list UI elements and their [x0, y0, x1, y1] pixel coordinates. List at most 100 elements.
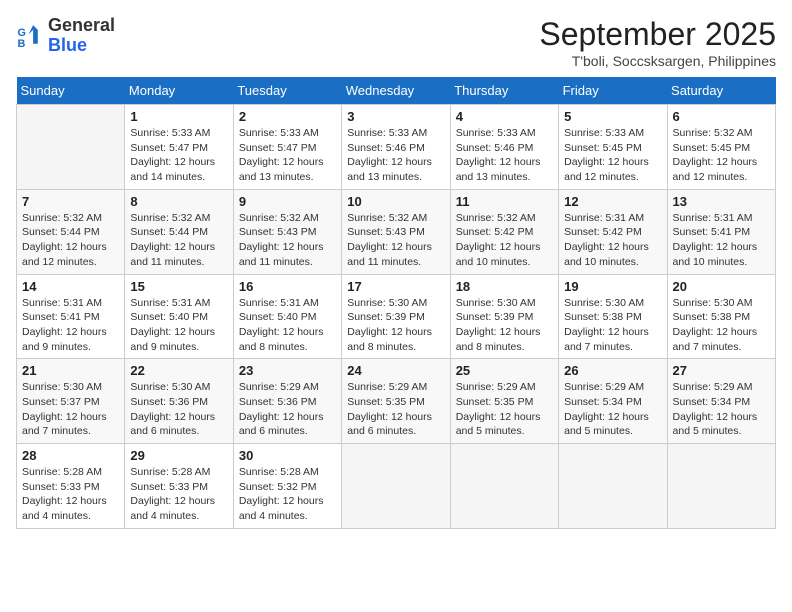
day-number: 2	[239, 109, 336, 124]
day-info: Sunrise: 5:30 AM Sunset: 5:38 PM Dayligh…	[673, 296, 770, 355]
day-number: 12	[564, 194, 661, 209]
day-info: Sunrise: 5:31 AM Sunset: 5:40 PM Dayligh…	[239, 296, 336, 355]
day-info: Sunrise: 5:30 AM Sunset: 5:36 PM Dayligh…	[130, 380, 227, 439]
calendar-cell: 21 Sunrise: 5:30 AM Sunset: 5:37 PM Dayli…	[17, 359, 125, 444]
calendar-cell: 16 Sunrise: 5:31 AM Sunset: 5:40 PM Dayli…	[233, 274, 341, 359]
day-number: 8	[130, 194, 227, 209]
day-number: 16	[239, 279, 336, 294]
col-header-thursday: Thursday	[450, 77, 558, 105]
week-row-1: 1Sunrise: 5:33 AM Sunset: 5:47 PM Daylig…	[17, 105, 776, 190]
day-info: Sunrise: 5:32 AM Sunset: 5:44 PM Dayligh…	[130, 211, 227, 270]
header: G B General Blue September 2025 T'boli, …	[16, 16, 776, 69]
day-number: 11	[456, 194, 553, 209]
calendar-cell: 30 Sunrise: 5:28 AM Sunset: 5:32 PM Dayli…	[233, 444, 341, 529]
day-number: 20	[673, 279, 770, 294]
calendar-table: SundayMondayTuesdayWednesdayThursdayFrid…	[16, 77, 776, 529]
day-info: Sunrise: 5:32 AM Sunset: 5:45 PM Dayligh…	[673, 126, 770, 185]
day-info: Sunrise: 5:33 AM Sunset: 5:47 PM Dayligh…	[130, 126, 227, 185]
day-info: Sunrise: 5:33 AM Sunset: 5:47 PM Dayligh…	[239, 126, 336, 185]
calendar-cell: 13 Sunrise: 5:31 AM Sunset: 5:41 PM Dayli…	[667, 189, 775, 274]
calendar-cell: 5 Sunrise: 5:33 AM Sunset: 5:45 PM Daylig…	[559, 105, 667, 190]
day-info: Sunrise: 5:30 AM Sunset: 5:38 PM Dayligh…	[564, 296, 661, 355]
col-header-wednesday: Wednesday	[342, 77, 450, 105]
col-header-friday: Friday	[559, 77, 667, 105]
calendar-cell: 17 Sunrise: 5:30 AM Sunset: 5:39 PM Dayli…	[342, 274, 450, 359]
day-number: 5	[564, 109, 661, 124]
day-number: 15	[130, 279, 227, 294]
day-info: Sunrise: 5:31 AM Sunset: 5:42 PM Dayligh…	[564, 211, 661, 270]
calendar-cell: 6 Sunrise: 5:32 AM Sunset: 5:45 PM Daylig…	[667, 105, 775, 190]
calendar-cell: 7 Sunrise: 5:32 AM Sunset: 5:44 PM Daylig…	[17, 189, 125, 274]
week-row-5: 28Sunrise: 5:28 AM Sunset: 5:33 PM Dayli…	[17, 444, 776, 529]
day-number: 23	[239, 363, 336, 378]
day-number: 18	[456, 279, 553, 294]
calendar-cell	[450, 444, 558, 529]
day-number: 3	[347, 109, 444, 124]
day-info: Sunrise: 5:31 AM Sunset: 5:40 PM Dayligh…	[130, 296, 227, 355]
week-row-2: 7 Sunrise: 5:32 AM Sunset: 5:44 PM Daylig…	[17, 189, 776, 274]
calendar-cell: 19Sunrise: 5:30 AM Sunset: 5:38 PM Dayli…	[559, 274, 667, 359]
calendar-cell: 25 Sunrise: 5:29 AM Sunset: 5:35 PM Dayli…	[450, 359, 558, 444]
logo-icon: G B	[16, 22, 44, 50]
day-number: 13	[673, 194, 770, 209]
day-number: 4	[456, 109, 553, 124]
week-row-4: 21 Sunrise: 5:30 AM Sunset: 5:37 PM Dayli…	[17, 359, 776, 444]
day-number: 14	[22, 279, 119, 294]
day-info: Sunrise: 5:33 AM Sunset: 5:46 PM Dayligh…	[347, 126, 444, 185]
calendar-cell: 4 Sunrise: 5:33 AM Sunset: 5:46 PM Daylig…	[450, 105, 558, 190]
calendar-cell: 1Sunrise: 5:33 AM Sunset: 5:47 PM Daylig…	[125, 105, 233, 190]
col-header-monday: Monday	[125, 77, 233, 105]
calendar-body: 1Sunrise: 5:33 AM Sunset: 5:47 PM Daylig…	[17, 105, 776, 529]
day-info: Sunrise: 5:32 AM Sunset: 5:43 PM Dayligh…	[347, 211, 444, 270]
title-area: September 2025 T'boli, Soccsksargen, Phi…	[539, 16, 776, 69]
calendar-cell	[559, 444, 667, 529]
day-number: 7	[22, 194, 119, 209]
day-number: 30	[239, 448, 336, 463]
day-info: Sunrise: 5:31 AM Sunset: 5:41 PM Dayligh…	[22, 296, 119, 355]
day-info: Sunrise: 5:33 AM Sunset: 5:45 PM Dayligh…	[564, 126, 661, 185]
day-info: Sunrise: 5:30 AM Sunset: 5:37 PM Dayligh…	[22, 380, 119, 439]
day-number: 24	[347, 363, 444, 378]
day-info: Sunrise: 5:29 AM Sunset: 5:36 PM Dayligh…	[239, 380, 336, 439]
calendar-cell	[342, 444, 450, 529]
calendar-cell: 12 Sunrise: 5:31 AM Sunset: 5:42 PM Dayli…	[559, 189, 667, 274]
day-info: Sunrise: 5:29 AM Sunset: 5:34 PM Dayligh…	[673, 380, 770, 439]
calendar-cell: 22 Sunrise: 5:30 AM Sunset: 5:36 PM Dayli…	[125, 359, 233, 444]
day-number: 21	[22, 363, 119, 378]
day-number: 27	[673, 363, 770, 378]
calendar-cell: 18 Sunrise: 5:30 AM Sunset: 5:39 PM Dayli…	[450, 274, 558, 359]
day-number: 10	[347, 194, 444, 209]
calendar-cell	[667, 444, 775, 529]
calendar-cell: 11Sunrise: 5:32 AM Sunset: 5:42 PM Dayli…	[450, 189, 558, 274]
day-info: Sunrise: 5:33 AM Sunset: 5:46 PM Dayligh…	[456, 126, 553, 185]
day-info: Sunrise: 5:28 AM Sunset: 5:32 PM Dayligh…	[239, 465, 336, 524]
day-info: Sunrise: 5:29 AM Sunset: 5:35 PM Dayligh…	[347, 380, 444, 439]
day-number: 9	[239, 194, 336, 209]
calendar-cell: 29Sunrise: 5:28 AM Sunset: 5:33 PM Dayli…	[125, 444, 233, 529]
day-info: Sunrise: 5:28 AM Sunset: 5:33 PM Dayligh…	[22, 465, 119, 524]
logo-text-blue: Blue	[48, 36, 115, 56]
svg-text:B: B	[18, 38, 26, 50]
day-info: Sunrise: 5:29 AM Sunset: 5:35 PM Dayligh…	[456, 380, 553, 439]
day-info: Sunrise: 5:32 AM Sunset: 5:43 PM Dayligh…	[239, 211, 336, 270]
week-row-3: 14 Sunrise: 5:31 AM Sunset: 5:41 PM Dayli…	[17, 274, 776, 359]
calendar-cell: 26Sunrise: 5:29 AM Sunset: 5:34 PM Dayli…	[559, 359, 667, 444]
col-header-saturday: Saturday	[667, 77, 775, 105]
day-number: 25	[456, 363, 553, 378]
day-number: 22	[130, 363, 227, 378]
day-info: Sunrise: 5:30 AM Sunset: 5:39 PM Dayligh…	[347, 296, 444, 355]
day-info: Sunrise: 5:28 AM Sunset: 5:33 PM Dayligh…	[130, 465, 227, 524]
calendar-cell: 24 Sunrise: 5:29 AM Sunset: 5:35 PM Dayli…	[342, 359, 450, 444]
calendar-cell: 14 Sunrise: 5:31 AM Sunset: 5:41 PM Dayli…	[17, 274, 125, 359]
day-number: 6	[673, 109, 770, 124]
day-info: Sunrise: 5:30 AM Sunset: 5:39 PM Dayligh…	[456, 296, 553, 355]
calendar-cell: 8 Sunrise: 5:32 AM Sunset: 5:44 PM Daylig…	[125, 189, 233, 274]
calendar-cell: 27 Sunrise: 5:29 AM Sunset: 5:34 PM Dayli…	[667, 359, 775, 444]
logo-text-general: General	[48, 16, 115, 36]
day-info: Sunrise: 5:32 AM Sunset: 5:44 PM Dayligh…	[22, 211, 119, 270]
day-info: Sunrise: 5:31 AM Sunset: 5:41 PM Dayligh…	[673, 211, 770, 270]
calendar-cell: 9 Sunrise: 5:32 AM Sunset: 5:43 PM Daylig…	[233, 189, 341, 274]
day-number: 17	[347, 279, 444, 294]
day-number: 26	[564, 363, 661, 378]
calendar-cell: 3 Sunrise: 5:33 AM Sunset: 5:46 PM Daylig…	[342, 105, 450, 190]
